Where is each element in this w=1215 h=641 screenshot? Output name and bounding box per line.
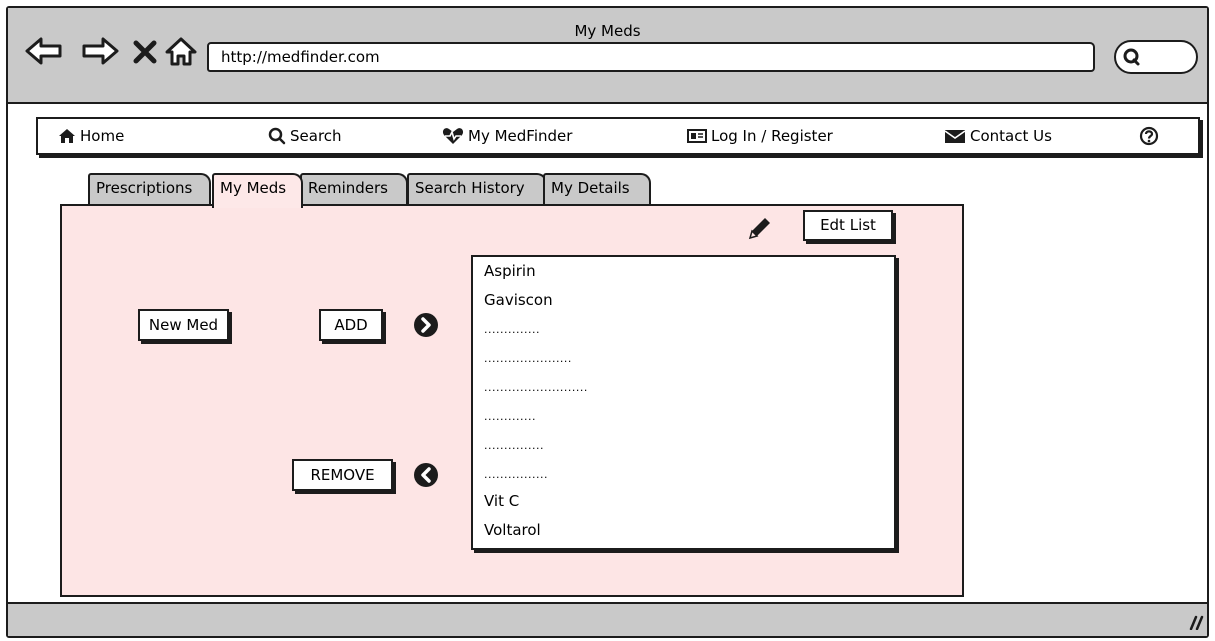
search-icon bbox=[268, 127, 286, 145]
forward-arrow-icon[interactable] bbox=[80, 36, 120, 66]
nav-contact-label: Contact Us bbox=[970, 127, 1052, 145]
nav-login-label: Log In / Register bbox=[711, 127, 833, 145]
pencil-icon[interactable] bbox=[746, 214, 774, 242]
tab-prescriptions[interactable]: Prescriptions bbox=[88, 173, 211, 204]
list-item[interactable]: Voltarol bbox=[484, 521, 541, 539]
arrow-right-circle-icon[interactable] bbox=[413, 312, 439, 338]
id-card-icon bbox=[687, 129, 707, 143]
nav-contact-us[interactable]: Contact Us bbox=[944, 119, 1052, 153]
home-outline-icon[interactable] bbox=[164, 36, 198, 66]
list-item[interactable]: Aspirin bbox=[484, 262, 536, 280]
list-item[interactable]: .......................... bbox=[484, 381, 588, 394]
list-item[interactable]: Vit C bbox=[484, 492, 519, 510]
tab-my-meds[interactable]: My Meds bbox=[212, 173, 303, 208]
nav-login-register[interactable]: Log In / Register bbox=[687, 119, 833, 153]
browser-search-field[interactable] bbox=[1114, 40, 1198, 74]
list-item[interactable]: Gaviscon bbox=[484, 291, 553, 309]
heartbeat-icon bbox=[442, 128, 464, 144]
edit-list-button[interactable]: Edt List bbox=[803, 210, 893, 241]
back-arrow-icon[interactable] bbox=[24, 36, 64, 66]
home-icon bbox=[59, 129, 75, 143]
main-nav-menu: Home Search My MedFinder Log In / Regist… bbox=[36, 117, 1200, 155]
nav-search-label: Search bbox=[290, 127, 342, 145]
new-med-field[interactable]: New Med bbox=[138, 309, 229, 341]
search-icon bbox=[1123, 48, 1140, 66]
nav-home-label: Home bbox=[80, 127, 125, 145]
list-item[interactable]: ............... bbox=[484, 439, 544, 452]
arrow-left-circle-icon[interactable] bbox=[413, 462, 439, 488]
tab-search-history[interactable]: Search History bbox=[407, 173, 547, 204]
list-item[interactable]: ...................... bbox=[484, 352, 572, 365]
tab-my-details[interactable]: My Details bbox=[543, 173, 651, 204]
envelope-icon bbox=[944, 130, 966, 143]
list-item[interactable]: ................ bbox=[484, 468, 548, 481]
remove-button[interactable]: REMOVE bbox=[292, 459, 393, 491]
nav-home[interactable]: Home bbox=[58, 119, 124, 153]
list-item[interactable]: ............. bbox=[484, 410, 536, 423]
add-button[interactable]: ADD bbox=[319, 309, 383, 341]
browser-statusbar bbox=[8, 602, 1207, 636]
nav-search[interactable]: Search bbox=[268, 119, 342, 153]
help-icon[interactable] bbox=[1139, 126, 1159, 146]
nav-my-medfinder[interactable]: My MedFinder bbox=[442, 119, 572, 153]
nav-my-medfinder-label: My MedFinder bbox=[468, 127, 573, 145]
address-bar[interactable]: http://medfinder.com bbox=[207, 42, 1095, 72]
med-list[interactable]: Aspirin Gaviscon .............. ........… bbox=[471, 255, 896, 550]
tab-reminders[interactable]: Reminders bbox=[300, 173, 408, 204]
resize-grip-icon[interactable] bbox=[1186, 614, 1204, 630]
list-item[interactable]: .............. bbox=[484, 323, 540, 336]
stop-x-icon[interactable] bbox=[132, 36, 158, 66]
